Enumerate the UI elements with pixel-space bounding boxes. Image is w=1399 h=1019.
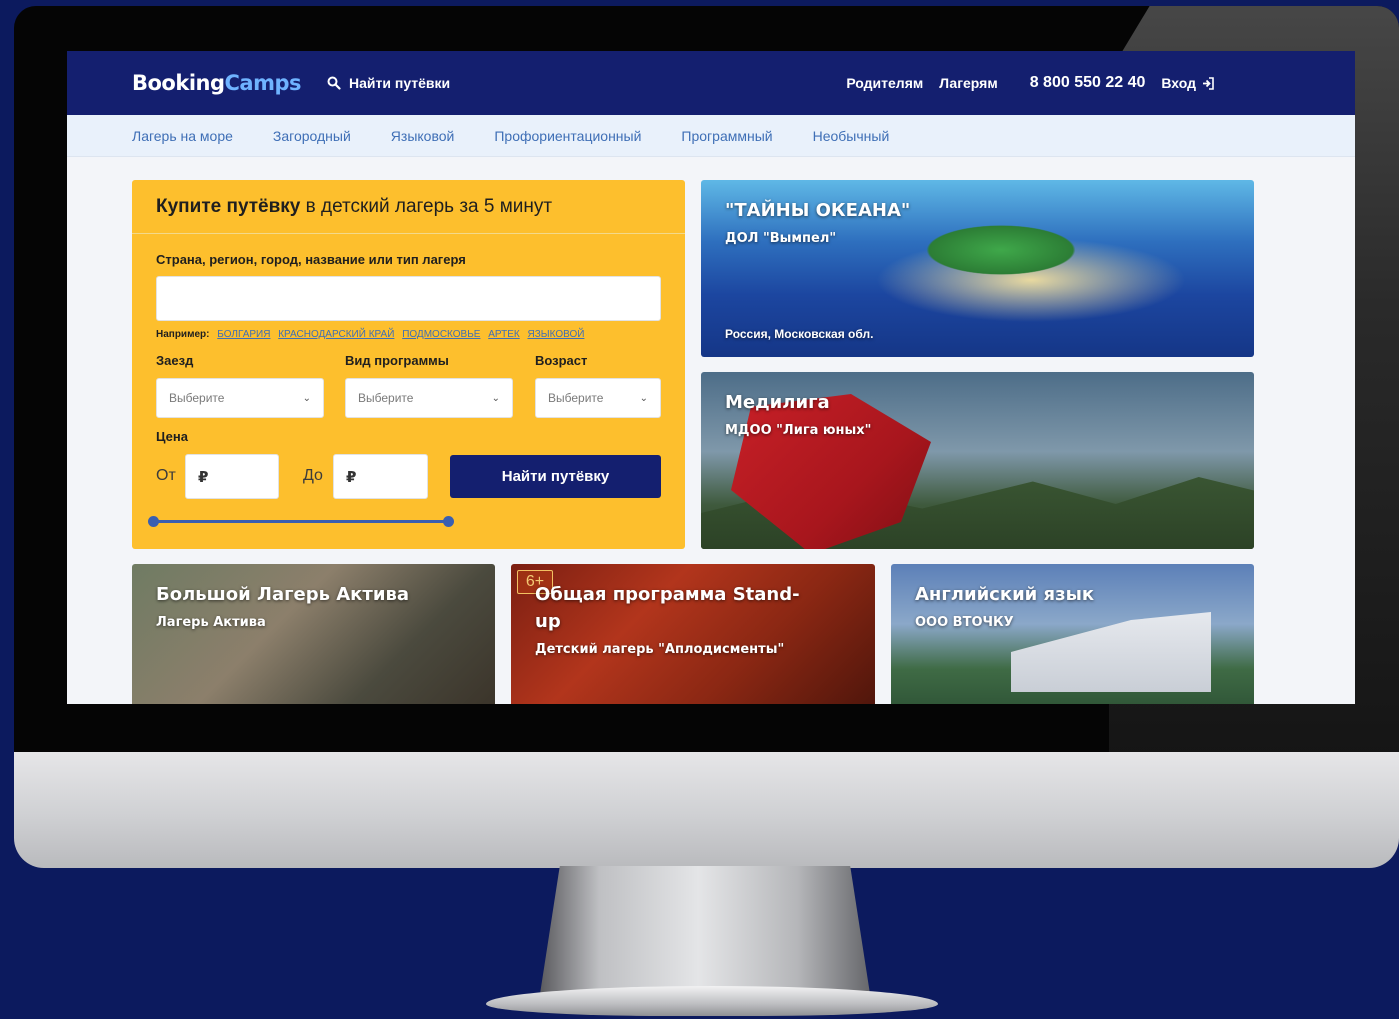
camp-card-mediliga[interactable]: Медилига МДОО "Лига юных" bbox=[701, 372, 1254, 549]
category-nav: Лагерь на море Загородный Языковой Профо… bbox=[67, 115, 1355, 157]
search-icon bbox=[327, 76, 341, 90]
monitor-stand bbox=[540, 866, 870, 994]
login-label: Вход bbox=[1161, 75, 1196, 91]
camp-card-subtitle: ООО ВТОЧКУ bbox=[915, 615, 1014, 630]
price-slider-min-handle[interactable] bbox=[148, 516, 159, 527]
top-header: BookingCamps Найти путёвки Родителям Лаг… bbox=[67, 51, 1355, 115]
camp-card-subtitle: Детский лагерь "Аплодисменты" bbox=[535, 642, 785, 657]
site-logo[interactable]: BookingCamps bbox=[132, 71, 302, 95]
price-from-label: От bbox=[156, 467, 176, 484]
camp-card-ocean[interactable]: "ТАЙНЫ ОКЕАНА" ДОЛ "Вымпел" Россия, Моск… bbox=[701, 180, 1254, 357]
price-to-input[interactable]: ₽ bbox=[333, 454, 428, 499]
find-trips-link[interactable]: Найти путёвки bbox=[327, 75, 450, 91]
ruble-icon: ₽ bbox=[198, 468, 209, 486]
nav-parents[interactable]: Родителям bbox=[846, 75, 923, 91]
age-label: Возраст bbox=[535, 353, 588, 368]
age-select[interactable]: Выберите ⌄ bbox=[535, 378, 661, 418]
camp-card-subtitle: МДОО "Лига юных" bbox=[725, 423, 872, 438]
camp-card-location: Россия, Московская обл. bbox=[725, 327, 874, 341]
price-slider-max-handle[interactable] bbox=[443, 516, 454, 527]
hotel-illustration bbox=[1011, 612, 1211, 692]
header-right: Родителям Лагерям 8 800 550 22 40 Вход bbox=[830, 74, 1215, 92]
camp-card-title: Большой Лагерь Актива bbox=[156, 584, 409, 605]
examples-row: Например: БОЛГАРИЯ КРАСНОДАРСКИЙ КРАЙ ПО… bbox=[156, 329, 584, 340]
category-sea[interactable]: Лагерь на море bbox=[132, 128, 233, 144]
monitor-base bbox=[486, 986, 938, 1016]
age-select-value: Выберите bbox=[548, 391, 604, 405]
chevron-down-icon: ⌄ bbox=[639, 392, 648, 404]
program-label: Вид программы bbox=[345, 353, 449, 368]
example-language[interactable]: ЯЗЫКОВОЙ bbox=[528, 329, 585, 340]
find-trips-label: Найти путёвки bbox=[349, 75, 451, 91]
camp-card-title: Английский язык bbox=[915, 584, 1095, 605]
example-artek[interactable]: АРТЕК bbox=[488, 329, 520, 340]
find-trip-button[interactable]: Найти путёвку bbox=[450, 455, 661, 498]
camp-card-subtitle: Лагерь Актива bbox=[156, 615, 266, 630]
category-career[interactable]: Профориентационный bbox=[494, 128, 641, 144]
category-unusual[interactable]: Необычный bbox=[813, 128, 890, 144]
form-title-rest: в детский лагерь за 5 минут bbox=[300, 196, 553, 217]
category-country[interactable]: Загородный bbox=[273, 128, 351, 144]
camp-card-english[interactable]: Английский язык ООО ВТОЧКУ bbox=[891, 564, 1254, 704]
price-from-input[interactable]: ₽ bbox=[185, 454, 279, 499]
chevron-down-icon: ⌄ bbox=[491, 392, 500, 404]
example-krasnodar[interactable]: КРАСНОДАРСКИЙ КРАЙ bbox=[278, 329, 394, 340]
nav-camps[interactable]: Лагерям bbox=[939, 75, 997, 91]
price-to-label: До bbox=[303, 467, 323, 484]
search-form: Купите путёвку в детский лагерь за 5 мин… bbox=[132, 180, 685, 549]
checkin-select-value: Выберите bbox=[169, 391, 225, 405]
example-moscow-region[interactable]: ПОДМОСКОВЬЕ bbox=[402, 329, 480, 340]
checkin-select[interactable]: Выберите ⌄ bbox=[156, 378, 324, 418]
program-select[interactable]: Выберите ⌄ bbox=[345, 378, 513, 418]
category-program[interactable]: Программный bbox=[681, 128, 772, 144]
price-slider-track[interactable] bbox=[154, 520, 449, 523]
form-title: Купите путёвку в детский лагерь за 5 мин… bbox=[132, 180, 685, 234]
login-button[interactable]: Вход bbox=[1161, 75, 1215, 91]
examples-label: Например: bbox=[156, 329, 210, 340]
camp-card-title-line2: up bbox=[535, 611, 561, 632]
location-label: Страна, регион, город, название или тип … bbox=[156, 252, 466, 267]
logo-part-booking: Booking bbox=[132, 71, 225, 95]
website-screen: BookingCamps Найти путёвки Родителям Лаг… bbox=[67, 51, 1355, 704]
monitor-chin bbox=[14, 752, 1399, 868]
camp-card-title-line1: Общая программа Stand- bbox=[535, 584, 800, 605]
price-label: Цена bbox=[156, 429, 188, 444]
phone-number[interactable]: 8 800 550 22 40 bbox=[1030, 74, 1146, 92]
category-language[interactable]: Языковой bbox=[391, 128, 455, 144]
ruble-icon: ₽ bbox=[346, 468, 357, 486]
camp-card-title: Медилига bbox=[725, 392, 830, 413]
login-icon bbox=[1203, 76, 1214, 90]
checkin-label: Заезд bbox=[156, 353, 194, 368]
camp-card-standup[interactable]: 6+ Общая программа Stand- up Детский лаг… bbox=[511, 564, 875, 704]
form-title-bold: Купите путёвку bbox=[156, 196, 301, 217]
camp-card-title: "ТАЙНЫ ОКЕАНА" bbox=[725, 200, 911, 221]
logo-part-camps: Camps bbox=[224, 71, 302, 95]
program-select-value: Выберите bbox=[358, 391, 414, 405]
camp-card-subtitle: ДОЛ "Вымпел" bbox=[725, 231, 837, 246]
camp-card-active[interactable]: Большой Лагерь Актива Лагерь Актива bbox=[132, 564, 495, 704]
location-input[interactable] bbox=[156, 276, 661, 321]
chevron-down-icon: ⌄ bbox=[302, 392, 311, 404]
example-bulgaria[interactable]: БОЛГАРИЯ bbox=[217, 329, 270, 340]
